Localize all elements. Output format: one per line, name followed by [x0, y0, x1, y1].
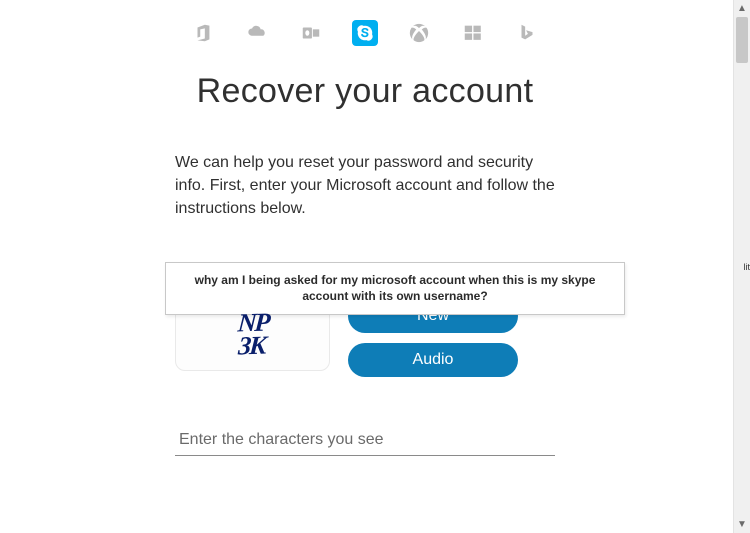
scroll-down-arrow-icon[interactable]: ▼ [734, 516, 750, 533]
onedrive-icon[interactable] [244, 20, 270, 46]
page-title: Recover your account [175, 72, 555, 111]
outlook-icon[interactable] [298, 20, 324, 46]
edge-cut-label: lit [744, 262, 750, 272]
captcha-audio-button[interactable]: Audio [348, 343, 518, 377]
captcha-glyph: NP 3K [235, 311, 269, 359]
captcha-characters-input[interactable] [175, 423, 555, 456]
windows-icon[interactable] [460, 20, 486, 46]
xbox-icon[interactable] [406, 20, 432, 46]
scroll-up-arrow-icon[interactable]: ▲ [734, 0, 750, 17]
office-icon[interactable] [190, 20, 216, 46]
brand-icon-row [0, 20, 730, 46]
skype-icon[interactable] [352, 20, 378, 46]
bing-icon[interactable] [514, 20, 540, 46]
scroll-thumb[interactable] [736, 17, 748, 63]
user-annotation-overlay: why am I being asked for my microsoft ac… [165, 262, 625, 315]
help-text: We can help you reset your password and … [175, 151, 555, 221]
